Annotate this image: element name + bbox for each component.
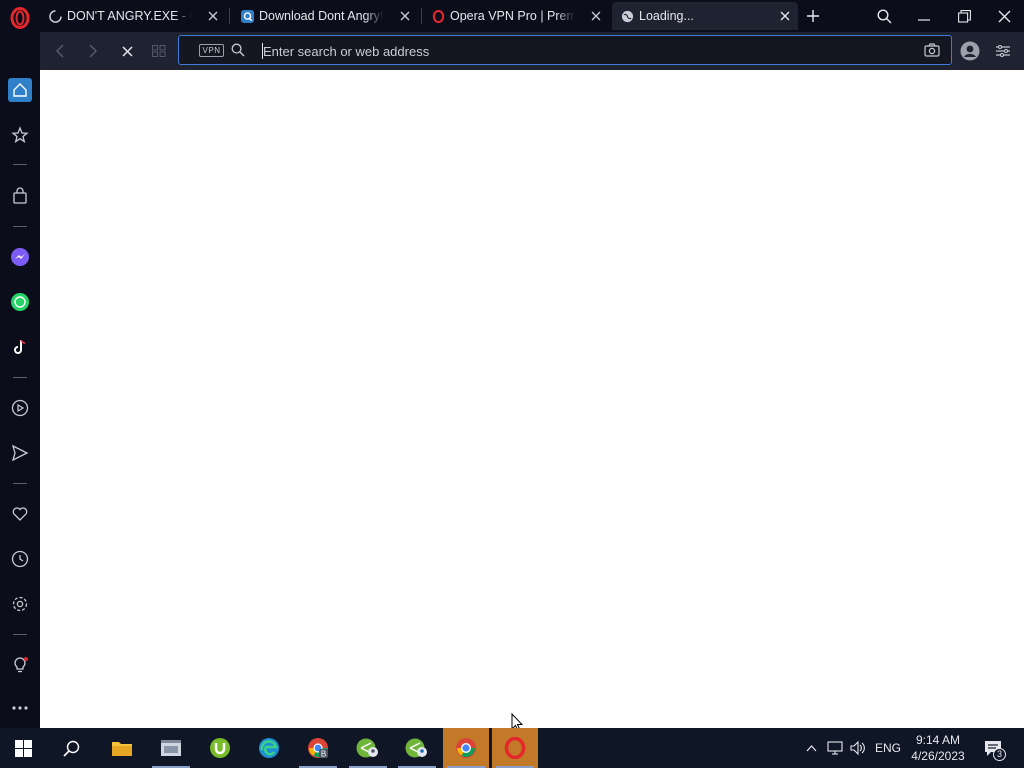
minimize-button[interactable]: [912, 4, 936, 28]
svg-text:B: B: [321, 750, 326, 759]
heart-icon[interactable]: [8, 502, 32, 526]
close-tab-icon[interactable]: [778, 9, 792, 23]
desktop: DON'T ANGRY.EXE - Goo Download Dont Angr…: [0, 0, 1024, 768]
clock-time: 9:14 AM: [915, 733, 961, 747]
tab[interactable]: Download Dont Angry! by: [232, 2, 418, 30]
opera-logo-icon[interactable]: [8, 6, 32, 30]
close-window-button[interactable]: [992, 4, 1016, 28]
language-indicator[interactable]: ENG: [872, 728, 904, 768]
page-content[interactable]: [40, 70, 1024, 728]
volume-icon[interactable]: [847, 728, 869, 768]
star-icon[interactable]: [8, 123, 32, 147]
clock-date: 4/26/2023: [911, 749, 965, 763]
globe-icon: [620, 9, 634, 23]
edge-icon[interactable]: [246, 728, 292, 768]
account-2-icon[interactable]: [394, 728, 440, 768]
back-button[interactable]: [49, 40, 71, 62]
tab-grid-icon[interactable]: [148, 40, 170, 62]
tab[interactable]: DON'T ANGRY.EXE - Goo: [40, 2, 226, 30]
clock[interactable]: 9:14 AM 4/26/2023: [905, 732, 971, 764]
tab-divider: [421, 8, 422, 24]
forward-button[interactable]: [82, 40, 104, 62]
search-favicon-icon: [240, 9, 254, 23]
notification-center-icon[interactable]: 3: [980, 728, 1006, 768]
utorrent-icon[interactable]: [197, 728, 243, 768]
taskbar-search-icon[interactable]: [48, 728, 94, 768]
tab-strip: DON'T ANGRY.EXE - Goo Download Dont Angr…: [40, 0, 1024, 32]
send-icon[interactable]: [8, 441, 32, 465]
text-caret: [262, 43, 263, 59]
home-icon[interactable]: [8, 78, 32, 102]
camera-icon[interactable]: [924, 43, 940, 57]
search-icon: [231, 43, 245, 57]
player-icon[interactable]: [8, 396, 32, 420]
close-tab-icon[interactable]: [589, 9, 603, 23]
account-1-icon[interactable]: [345, 728, 391, 768]
lightbulb-icon[interactable]: [8, 653, 32, 677]
app-window-icon[interactable]: [148, 728, 194, 768]
whatsapp-icon[interactable]: [8, 290, 32, 314]
sidebar-divider: [13, 483, 27, 484]
notification-count-badge: 3: [993, 748, 1006, 761]
sidebar-divider: [13, 634, 27, 635]
tab-title: Loading...: [639, 9, 694, 23]
opera-sidebar: [0, 0, 40, 728]
tab-title: Download Dont Angry! by: [259, 9, 384, 23]
close-tab-icon[interactable]: [398, 9, 412, 23]
tab-title: DON'T ANGRY.EXE - Goo: [67, 9, 192, 23]
sidebar-divider: [13, 226, 27, 227]
tab-divider: [229, 8, 230, 24]
opera-favicon-icon: [431, 9, 445, 23]
opera-taskbar-icon[interactable]: [492, 728, 538, 768]
file-explorer-icon[interactable]: [99, 728, 145, 768]
sidebar-divider: [13, 164, 27, 165]
sidebar-divider: [13, 377, 27, 378]
address-input[interactable]: [263, 42, 903, 60]
show-hidden-icons[interactable]: [802, 728, 820, 768]
vpn-badge[interactable]: VPN: [199, 44, 224, 57]
tiktok-icon[interactable]: [8, 335, 32, 359]
network-icon[interactable]: [824, 728, 846, 768]
search-tabs-icon[interactable]: [872, 4, 896, 28]
tab[interactable]: Opera VPN Pro | Premium: [423, 2, 609, 30]
loading-spinner-icon: [48, 9, 62, 23]
easy-setup-icon[interactable]: [992, 40, 1014, 62]
windows-taskbar: B ENG 9:14 AM 4/26/2023 3: [0, 728, 1024, 768]
bag-icon[interactable]: [8, 184, 32, 208]
new-tab-button[interactable]: [801, 4, 825, 28]
messenger-icon[interactable]: [8, 245, 32, 269]
settings-icon[interactable]: [8, 592, 32, 616]
tab-title: Opera VPN Pro | Premium: [450, 9, 575, 23]
history-icon[interactable]: [8, 547, 32, 571]
chrome-b-icon[interactable]: B: [295, 728, 341, 768]
more-icon[interactable]: [8, 696, 32, 720]
chrome-icon[interactable]: [443, 728, 489, 768]
close-tab-icon[interactable]: [206, 9, 220, 23]
restore-button[interactable]: [952, 4, 976, 28]
address-bar[interactable]: VPN: [178, 35, 952, 65]
profile-avatar-icon[interactable]: [958, 39, 982, 63]
stop-loading-button[interactable]: [116, 40, 138, 62]
address-toolbar: VPN: [40, 32, 1024, 70]
tab-active[interactable]: Loading...: [612, 2, 798, 30]
start-button[interactable]: [0, 728, 46, 768]
